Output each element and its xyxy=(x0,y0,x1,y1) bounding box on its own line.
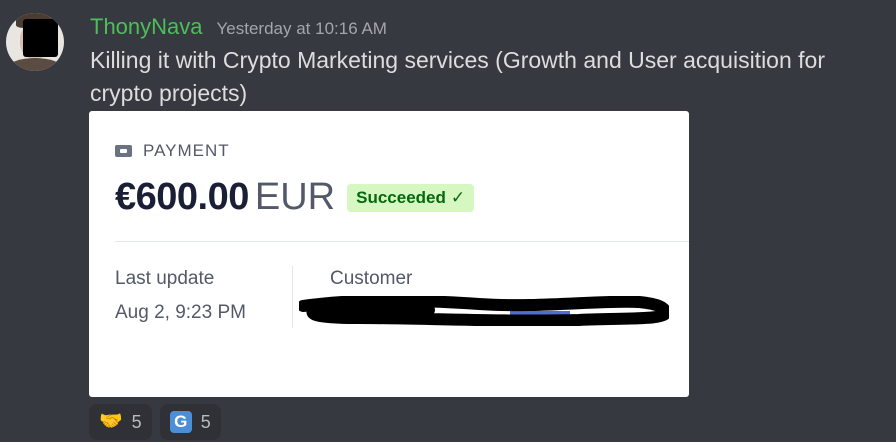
check-icon: ✓ xyxy=(450,187,466,207)
last-update-value: Aug 2, 9:23 PM xyxy=(115,302,246,323)
customer-label: Customer xyxy=(330,268,413,289)
g-letter-emoji-icon: G xyxy=(169,411,192,433)
message-header: ThonyNava Yesterday at 10:16 AM xyxy=(90,12,387,42)
column-divider xyxy=(292,266,293,328)
reaction-count: 5 xyxy=(200,411,211,432)
wallet-icon xyxy=(115,145,132,157)
image-attachment[interactable]: PAYMENT €600.00 EUR Succeeded ✓ Last upd… xyxy=(89,111,689,397)
payment-label-row: PAYMENT xyxy=(115,141,230,161)
avatar-redaction-block xyxy=(23,19,58,57)
handshake-emoji-icon: 🤝 xyxy=(99,411,123,432)
reaction-handshake[interactable]: 🤝 5 xyxy=(89,404,152,440)
amount-row: €600.00 EUR Succeeded ✓ xyxy=(115,176,475,219)
message-content: Killing it with Crypto Marketing service… xyxy=(90,47,825,106)
payment-label: PAYMENT xyxy=(143,141,230,160)
avatar-shoulders xyxy=(8,58,62,71)
status-text: Succeeded xyxy=(356,187,446,207)
last-update-column: Last update Aug 2, 9:23 PM xyxy=(115,267,246,325)
chat-message: ThonyNava Yesterday at 10:16 AM Killing … xyxy=(0,0,896,442)
reaction-g[interactable]: G 5 xyxy=(159,404,221,440)
customer-redaction-scribble xyxy=(299,296,669,326)
username[interactable]: ThonyNava xyxy=(90,12,203,42)
payment-amount: €600.00 xyxy=(115,176,249,218)
customer-column: Customer xyxy=(330,267,412,291)
reactions-bar: 🤝 5 G 5 xyxy=(89,404,229,440)
status-badge: Succeeded ✓ xyxy=(347,183,475,212)
user-avatar[interactable] xyxy=(6,13,64,71)
section-divider xyxy=(115,241,689,242)
message-timestamp[interactable]: Yesterday at 10:16 AM xyxy=(217,14,387,44)
reaction-count: 5 xyxy=(131,411,142,432)
last-update-label: Last update xyxy=(115,268,215,289)
payment-currency: EUR xyxy=(254,176,336,218)
